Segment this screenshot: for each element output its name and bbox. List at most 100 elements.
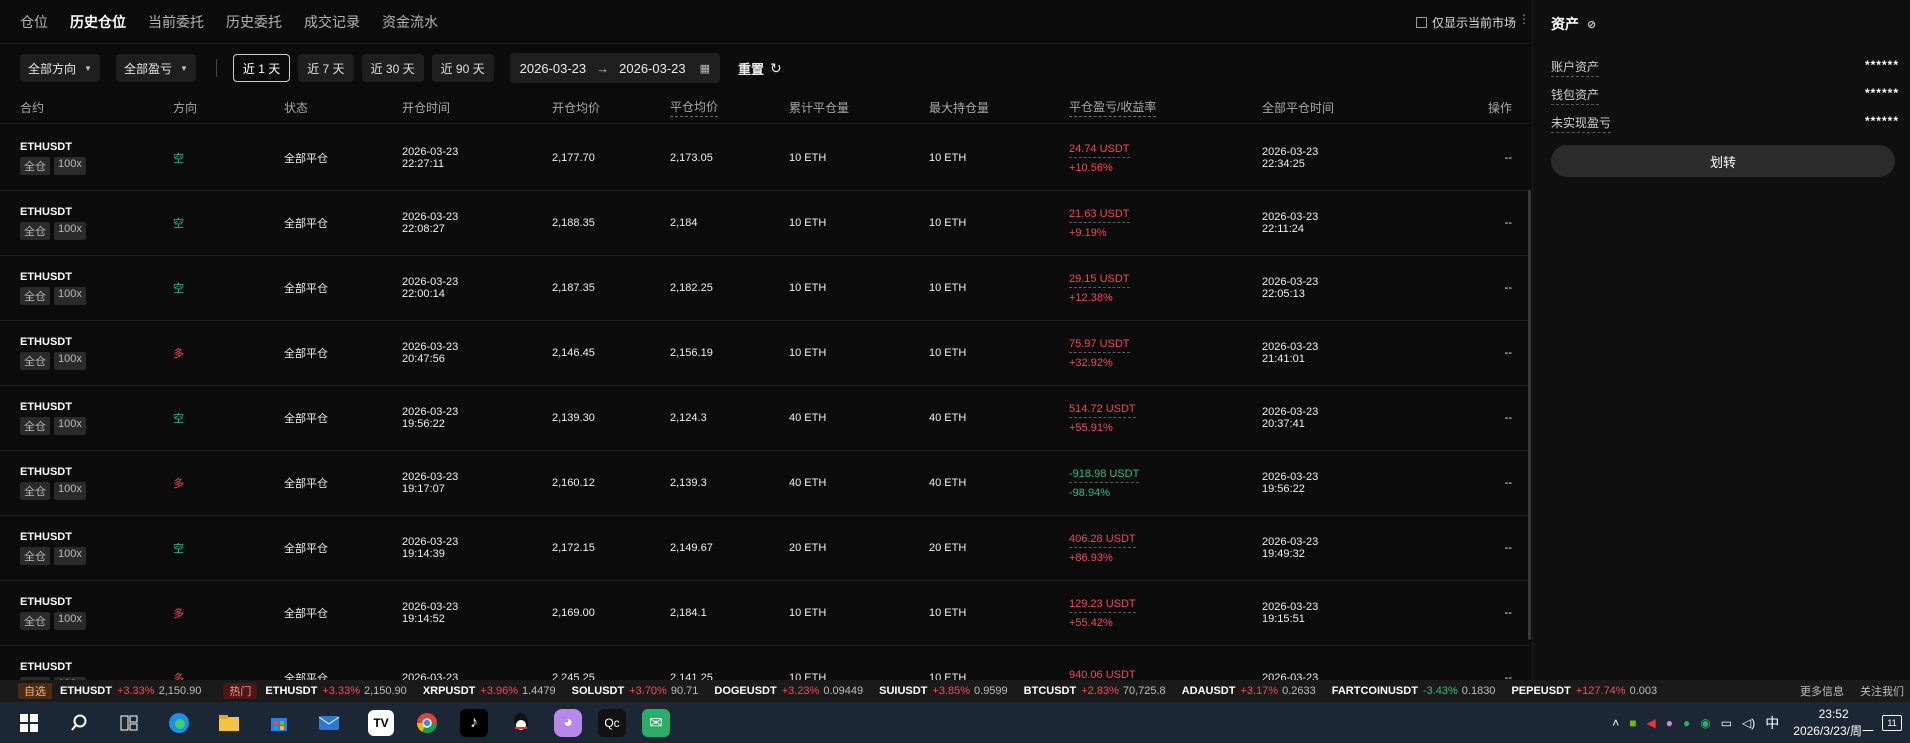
pnl-value[interactable]: -918.98 USDT <box>1069 468 1140 483</box>
ticker-item[interactable]: DOGEUSDT +3.23% 0.09449 <box>714 685 863 697</box>
app-tray-icon[interactable]: ● <box>1666 716 1673 730</box>
tradingview-icon[interactable]: TV <box>368 709 394 736</box>
qq-icon[interactable] <box>504 706 538 740</box>
pnl-value[interactable]: 24.74 USDT <box>1069 143 1130 158</box>
chevron-up-icon[interactable]: ˄ <box>1612 716 1619 730</box>
ticker-item[interactable]: ADAUSDT +3.17% 0.2633 <box>1182 685 1316 697</box>
nvidia-icon[interactable]: ■ <box>1629 716 1636 730</box>
symbol-name[interactable]: ETHUSDT <box>20 141 90 153</box>
table-row[interactable]: ETHUSDT 全仓 100x 空全部平仓 2026-03-23 22:00:14 2,18… <box>0 256 1530 321</box>
direction-dropdown[interactable]: 全部方向 ▼ <box>20 54 100 82</box>
favorites-badge[interactable]: 自选 <box>18 683 52 699</box>
network-icon[interactable]: ▭ <box>1721 716 1732 730</box>
cat-app-icon[interactable]: ◕ <box>554 708 582 737</box>
table-row[interactable]: ETHUSDT 全仓 100x 空全部平仓 2026-03-23 22:27:11 2,17… <box>0 126 1530 191</box>
ticker-symbol: ETHUSDT <box>265 685 318 697</box>
symbol-name[interactable]: ETHUSDT <box>20 531 90 543</box>
tiktok-icon[interactable]: ♪ <box>460 708 488 737</box>
app-tray-icon-2[interactable]: ● <box>1683 716 1690 730</box>
table-row[interactable]: ETHUSDT 全仓 100x 空全部平仓 2026-03-23 19:14:39 2,17… <box>0 516 1530 581</box>
ticker-item[interactable]: BTCUSDT +2.83% 70,725.8 <box>1024 685 1166 697</box>
chrome-icon[interactable] <box>410 706 444 740</box>
pnl-value[interactable]: 29.15 USDT <box>1069 273 1130 288</box>
ticker-item[interactable]: FARTCOINUSDT -3.43% 0.1830 <box>1332 685 1496 697</box>
search-icon[interactable] <box>62 706 96 740</box>
pnl-value[interactable]: 514.72 USDT <box>1069 403 1136 418</box>
transfer-button[interactable]: 划转 <box>1551 145 1895 177</box>
wechat-icon[interactable]: ✉ <box>642 708 670 737</box>
status-cell: 全部平仓 <box>284 608 328 620</box>
open-time-cell: 2026-03-23 19:14:52 <box>402 581 458 645</box>
task-view-icon[interactable] <box>112 706 146 740</box>
symbol-name[interactable]: ETHUSDT <box>20 466 90 478</box>
period-button[interactable]: 近 1 天 <box>232 54 291 82</box>
ticker-item[interactable]: ETHUSDT +3.33% 2,150.90 <box>60 685 201 697</box>
table-row[interactable]: ETHUSDT 全仓 100x 空全部平仓 2026-03-23 22:08:27 2,18… <box>0 191 1530 256</box>
symbol-name[interactable]: ETHUSDT <box>20 661 90 673</box>
store-icon[interactable] <box>262 706 296 740</box>
open-time: 20:47:56 <box>402 353 445 365</box>
symbol-name[interactable]: ETHUSDT <box>20 336 90 348</box>
ticker-item[interactable]: ETHUSDT +3.33% 2,150.90 <box>265 685 406 697</box>
ticker-item[interactable]: SUIUSDT +3.85% 0.9599 <box>879 685 1008 697</box>
tab-2[interactable]: 当前委托 <box>148 0 204 44</box>
pnl-value[interactable]: 406.28 USDT <box>1069 533 1136 548</box>
reset-button[interactable]: 重置 ↻ <box>738 59 782 78</box>
ime-indicator[interactable]: 中 <box>1765 713 1779 733</box>
edge-browser-icon[interactable] <box>162 706 196 740</box>
tab-0[interactable]: 仓位 <box>20 0 48 44</box>
ticker-item[interactable]: SOLUSDT +3.70% 90.71 <box>572 685 699 697</box>
tab-4[interactable]: 成交记录 <box>304 0 360 44</box>
scrollbar[interactable] <box>1528 190 1531 640</box>
table-row[interactable]: ETHUSDT 全仓 100x 空全部平仓 2026-03-23 19:56:22 2,13… <box>0 386 1530 451</box>
pnl-value[interactable]: 940.06 USDT <box>1069 669 1136 681</box>
pnl-value[interactable]: 75.97 USDT <box>1069 338 1130 353</box>
date-end[interactable]: 2026-03-23 <box>619 61 686 76</box>
tab-5[interactable]: 资金流水 <box>382 0 438 44</box>
ticker-price: 0.003 <box>1629 685 1658 697</box>
antivirus-icon[interactable]: ◀ <box>1646 716 1655 730</box>
wechat-tray-icon[interactable]: ◉ <box>1700 716 1710 730</box>
symbol-name[interactable]: ETHUSDT <box>20 271 90 283</box>
symbol-name[interactable]: ETHUSDT <box>20 206 90 218</box>
table-row[interactable]: ETHUSDT 全仓 100x 多全部平仓 2026-03-23 20:47:56 2,14… <box>0 321 1530 386</box>
date-start[interactable]: 2026-03-23 <box>520 61 587 76</box>
quark-icon[interactable]: Qc <box>598 708 626 737</box>
follow-us-link[interactable]: 关注我们 <box>1860 683 1904 699</box>
symbol-tags: 全仓100x <box>20 482 90 500</box>
pnl-value[interactable]: 129.23 USDT <box>1069 598 1136 613</box>
windows-start-icon[interactable] <box>12 706 46 740</box>
leverage-tag: 100x <box>54 417 86 435</box>
symbol-name[interactable]: ETHUSDT <box>20 596 90 608</box>
checkbox[interactable] <box>1415 17 1427 28</box>
notification-icon[interactable]: 11 <box>1882 714 1902 731</box>
date-range-picker[interactable]: 2026-03-23 → 2026-03-23 ▦ <box>509 53 721 83</box>
period-button[interactable]: 近 7 天 <box>298 54 354 82</box>
ticker-item[interactable]: XRPUSDT +3.96% 1.4479 <box>423 685 556 697</box>
pnl-rate: +9.19% <box>1069 226 1107 239</box>
table-row[interactable]: ETHUSDT全仓100x 多 全部平仓 2026-03-23 2,245.25 2,14… <box>0 646 1530 680</box>
close-time-cell: 2026-03-23 21:41:01 <box>1262 321 1318 385</box>
ticker-price: 2,150.90 <box>158 685 202 697</box>
file-explorer-icon[interactable] <box>212 706 246 740</box>
ticker-price: 0.2633 <box>1282 685 1316 697</box>
pnl-dropdown[interactable]: 全部盈亏 ▼ <box>115 54 196 82</box>
table-row[interactable]: ETHUSDT 全仓 100x 多全部平仓 2026-03-23 19:17:07 2,16… <box>0 451 1530 516</box>
only-current-market-toggle[interactable]: 仅显示当前市场 <box>1415 14 1516 31</box>
ticker-item[interactable]: PEPEUSDT +127.74% 0.003 <box>1511 685 1657 697</box>
pnl-value[interactable]: 21.63 USDT <box>1069 208 1130 223</box>
more-info-link[interactable]: 更多信息 <box>1800 683 1844 699</box>
table-row[interactable]: ETHUSDT 全仓 100x 多全部平仓 2026-03-23 19:14:52 2,16… <box>0 581 1530 646</box>
mail-icon[interactable] <box>312 706 346 740</box>
action-cell: -- <box>1504 152 1512 164</box>
period-button[interactable]: 近 90 天 <box>431 54 494 82</box>
tabs-more-icon[interactable]: ⋮ <box>1518 12 1530 26</box>
eye-hidden-icon[interactable]: ⊘ <box>1587 18 1596 31</box>
hot-badge[interactable]: 热门 <box>223 683 258 699</box>
period-button[interactable]: 近 30 天 <box>361 54 424 82</box>
clock[interactable]: 23:52 2026/3/23/周一 <box>1793 706 1874 740</box>
tab-1[interactable]: 历史仓位 <box>70 0 126 44</box>
volume-icon[interactable]: ◁) <box>1742 716 1755 730</box>
symbol-name[interactable]: ETHUSDT <box>20 401 90 413</box>
tab-3[interactable]: 历史委托 <box>226 0 282 44</box>
